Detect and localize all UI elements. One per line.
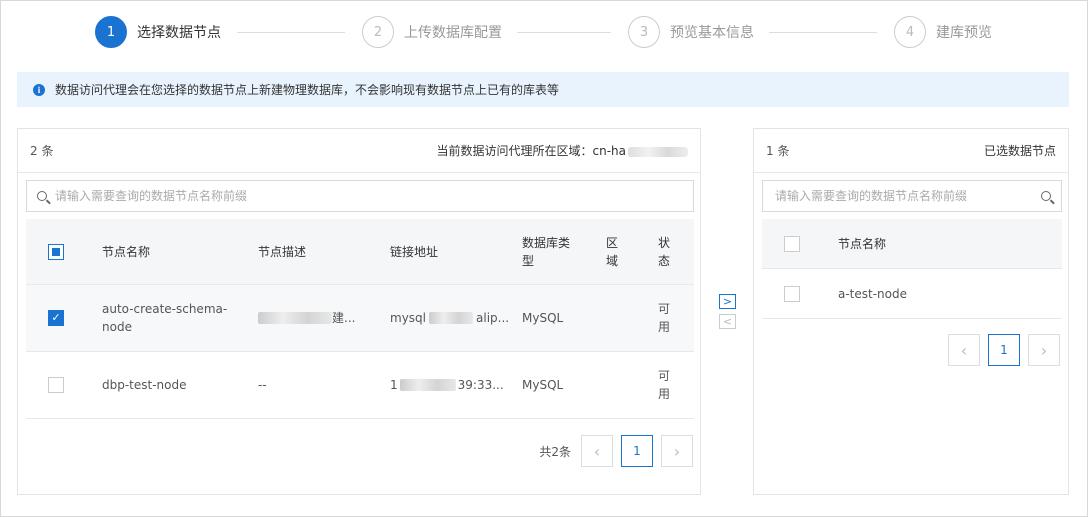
panel-header: 2 条 当前数据访问代理所在区域：cn-ha xyxy=(18,129,700,173)
page-button[interactable]: 1 xyxy=(988,334,1020,366)
masked-address xyxy=(399,379,456,391)
node-name: auto-create-schema-node xyxy=(102,302,228,334)
masked-desc xyxy=(258,312,332,324)
search-box[interactable] xyxy=(26,180,694,212)
address-suffix: 39:33... xyxy=(457,378,504,392)
col-node-desc: 节点描述 xyxy=(258,244,307,259)
step-1-number: 1 xyxy=(95,16,127,48)
node-name: a-test-node xyxy=(838,286,908,301)
prev-page-button[interactable]: ‹ xyxy=(581,435,613,467)
node-desc: -- xyxy=(258,378,267,392)
move-right-button[interactable]: > xyxy=(719,294,736,309)
select-all-checkbox[interactable] xyxy=(48,219,64,284)
pagination: 共2条 ‹ 1 › xyxy=(539,435,693,467)
step-1-label: 选择数据节点 xyxy=(137,25,221,41)
table-header: 节点名称 xyxy=(762,219,1062,269)
pagination: ‹ 1 › xyxy=(940,334,1060,366)
region-label: 当前数据访问代理所在区域：cn-ha xyxy=(436,144,627,158)
step-connector xyxy=(769,32,877,33)
search-icon xyxy=(1041,191,1051,201)
row-checkbox[interactable] xyxy=(784,269,800,318)
step-4-number: 4 xyxy=(894,16,926,48)
col-address: 链接地址 xyxy=(390,244,439,259)
region-info: 当前数据访问代理所在区域：cn-ha xyxy=(436,142,688,159)
node-address: 1 39:33... xyxy=(390,352,504,418)
step-2: 2 上传数据库配置 xyxy=(362,16,502,48)
select-all-checkbox[interactable] xyxy=(784,219,800,268)
next-page-button[interactable]: › xyxy=(661,435,693,467)
wizard-steps: 1 选择数据节点 2 上传数据库配置 3 预览基本信息 4 建库预览 xyxy=(95,16,1000,48)
item-count: 1 条 xyxy=(766,144,790,158)
node-desc-text: 建... xyxy=(332,311,356,325)
db-type: MySQL xyxy=(522,311,564,325)
available-nodes-panel: 2 条 当前数据访问代理所在区域：cn-ha 节点名称 节点描述 链接地址 数据… xyxy=(17,128,701,495)
node-name: dbp-test-node xyxy=(102,378,187,392)
step-4: 4 建库预览 xyxy=(894,16,992,48)
step-3-number: 3 xyxy=(628,16,660,48)
node-status: 可用 xyxy=(658,369,671,401)
total-count: 共2条 xyxy=(539,444,571,459)
step-3-label: 预览基本信息 xyxy=(670,25,754,41)
node-desc: 建... xyxy=(258,285,355,351)
address-prefix: mysql xyxy=(390,311,426,325)
panel-header: 1 条 已选数据节点 xyxy=(754,129,1068,173)
row-checkbox[interactable]: ✓ xyxy=(48,285,64,351)
table-header: 节点名称 节点描述 链接地址 数据库类型 区域 状态 xyxy=(26,219,694,285)
info-icon: i xyxy=(33,83,45,96)
next-page-button[interactable]: › xyxy=(1028,334,1060,366)
move-left-button[interactable]: < xyxy=(719,314,736,329)
node-address: mysql alip... xyxy=(390,285,509,351)
col-region: 区域 xyxy=(606,235,619,268)
table-row[interactable]: ✓ auto-create-schema-node 建... mysql alip… xyxy=(26,285,694,352)
selected-table: 节点名称 a-test-node xyxy=(762,219,1062,319)
nodes-table: 节点名称 节点描述 链接地址 数据库类型 区域 状态 ✓ auto-create… xyxy=(26,219,694,419)
col-db-type: 数据库类型 xyxy=(522,235,571,268)
page-button[interactable]: 1 xyxy=(621,435,653,467)
col-node-name: 节点名称 xyxy=(838,236,887,251)
info-notice: i 数据访问代理会在您选择的数据节点上新建物理数据库，不会影响现有数据节点上已有… xyxy=(17,72,1069,107)
step-3: 3 预览基本信息 xyxy=(628,16,754,48)
table-row[interactable]: a-test-node xyxy=(762,269,1062,319)
masked-address xyxy=(429,312,473,324)
step-2-number: 2 xyxy=(362,16,394,48)
item-count: 2 条 xyxy=(30,144,54,158)
prev-page-button[interactable]: ‹ xyxy=(948,334,980,366)
step-connector xyxy=(237,32,345,33)
step-4-label: 建库预览 xyxy=(936,25,992,41)
selected-nodes-panel: 1 条 已选数据节点 节点名称 a-test-node ‹ 1 › xyxy=(753,128,1069,495)
search-input[interactable] xyxy=(775,189,1041,203)
col-status: 状态 xyxy=(658,235,671,268)
table-row[interactable]: dbp-test-node -- 1 39:33... MySQL 可用 xyxy=(26,352,694,419)
panel-title: 已选数据节点 xyxy=(983,144,1056,158)
step-1: 1 选择数据节点 xyxy=(95,16,221,48)
masked-region xyxy=(628,146,688,157)
node-status: 可用 xyxy=(658,302,671,334)
col-node-name: 节点名称 xyxy=(102,244,151,259)
db-type: MySQL xyxy=(522,378,564,392)
search-input[interactable] xyxy=(55,189,683,203)
address-suffix: alip... xyxy=(476,311,510,325)
step-connector xyxy=(517,32,611,33)
step-2-label: 上传数据库配置 xyxy=(404,25,502,41)
search-icon xyxy=(37,191,47,201)
address-prefix: 1 xyxy=(390,378,398,392)
search-box[interactable] xyxy=(762,180,1062,212)
row-checkbox[interactable] xyxy=(48,352,64,418)
notice-text: 数据访问代理会在您选择的数据节点上新建物理数据库，不会影响现有数据节点上已有的库… xyxy=(55,83,560,97)
